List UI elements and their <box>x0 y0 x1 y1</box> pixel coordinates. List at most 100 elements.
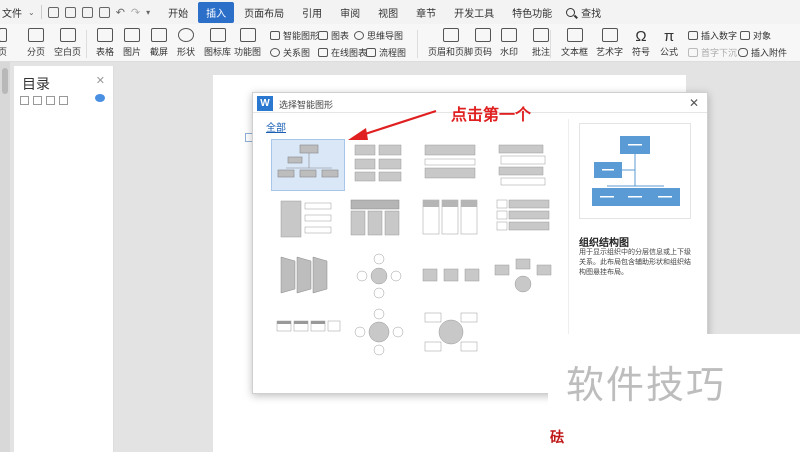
screenshot-button[interactable]: 截屏 <box>150 28 168 58</box>
preview-description: 用于显示组织中的分层信息或上下级关系。此布局包含辅助形状和组织结构图悬挂布局。 <box>579 249 691 276</box>
thumb-layout-14[interactable] <box>343 307 417 359</box>
drop-cap-button[interactable]: 首字下沉 <box>688 46 737 59</box>
export-pdf-icon[interactable] <box>64 6 76 18</box>
picture-icon <box>124 28 140 42</box>
thumb-layout-7[interactable] <box>415 195 489 247</box>
thumb-layout-11[interactable] <box>415 251 489 303</box>
thumb-layout-13[interactable] <box>271 307 345 359</box>
save-icon[interactable] <box>47 6 59 18</box>
smart-shape-button[interactable]: 智能图形 <box>270 29 319 42</box>
insert-number-button[interactable]: 插入数字 <box>688 29 737 42</box>
insert-attachment-button[interactable]: 插入附件 <box>738 46 787 59</box>
textbox-button[interactable]: 文本框 <box>561 28 588 58</box>
ribbon-divider <box>550 30 551 58</box>
expand-icon[interactable] <box>20 96 29 105</box>
tab-references[interactable]: 引用 <box>294 2 330 23</box>
undo-icon[interactable]: ↶ <box>116 6 125 19</box>
thumb-layout-10[interactable] <box>343 251 417 303</box>
textbox-label: 文本框 <box>561 47 589 57</box>
layout-thumb-graphic <box>422 199 478 235</box>
dialog-title: 选择智能图形 <box>279 100 334 110</box>
scroll-thumb[interactable] <box>2 68 8 94</box>
close-icon[interactable]: ✕ <box>689 96 699 110</box>
thumb-layout-4[interactable] <box>487 139 561 191</box>
tab-developer[interactable]: 开发工具 <box>446 2 502 23</box>
remove-icon[interactable] <box>59 96 68 105</box>
chart-button[interactable]: 图表 <box>318 29 349 42</box>
print-icon[interactable] <box>81 6 93 18</box>
page-number-label: 页码 <box>474 47 493 57</box>
customize-toolbar-icon[interactable]: ▾ <box>146 8 150 17</box>
flowchart-button[interactable]: 流程图 <box>366 46 406 59</box>
shape-button[interactable]: 形状 <box>177 28 195 58</box>
header-footer-button[interactable]: 页眉和页脚 <box>428 28 473 58</box>
nav-panel-title: 目录 <box>22 76 50 92</box>
wordart-icon <box>601 28 618 42</box>
tab-insert[interactable]: 插入 <box>198 1 235 23</box>
search-button[interactable]: 查找 <box>566 5 601 20</box>
page-number-button[interactable]: 页码 <box>474 28 492 58</box>
layout-thumb-graphic <box>496 199 550 231</box>
flowchart-icon <box>366 48 376 57</box>
eye-icon[interactable] <box>95 94 105 102</box>
function-chart-button[interactable]: 功能图 <box>234 28 261 58</box>
layout-thumb-graphic <box>354 144 402 182</box>
org-chart-thumb-graphic <box>277 144 339 178</box>
tab-chapter[interactable]: 章节 <box>408 2 444 23</box>
relation-chart-icon <box>270 48 280 57</box>
print-preview-icon[interactable] <box>98 6 110 18</box>
watermark-button[interactable]: 水印 <box>500 28 518 58</box>
tab-review[interactable]: 审阅 <box>332 2 368 23</box>
smart-shape-label: 智能图形 <box>283 31 320 41</box>
page-button[interactable]: 页 <box>0 28 7 58</box>
thumb-layout-5[interactable] <box>271 195 345 247</box>
redo-icon[interactable]: ↷ <box>131 6 140 19</box>
tab-view[interactable]: 视图 <box>370 2 406 23</box>
mindmap-button[interactable]: 思维导图 <box>354 29 403 42</box>
table-label: 表格 <box>96 47 115 57</box>
add-icon[interactable] <box>46 96 55 105</box>
header-footer-label: 页眉和页脚 <box>428 47 474 57</box>
online-chart-button[interactable]: 在线图表 <box>318 46 367 59</box>
thumb-layout-2[interactable] <box>343 139 417 191</box>
close-icon[interactable]: ✕ <box>96 74 105 87</box>
thumb-layout-8[interactable] <box>487 195 561 247</box>
menu-chevron-icon[interactable]: ⌄ <box>28 8 35 17</box>
wordart-button[interactable]: 艺术字 <box>596 28 623 58</box>
picture-button[interactable]: 图片 <box>123 28 141 58</box>
drop-cap-icon <box>688 48 698 57</box>
thumb-layout-12[interactable] <box>487 251 561 303</box>
symbol-button[interactable]: Ω 符号 <box>632 28 650 58</box>
search-label: 查找 <box>581 8 602 20</box>
tab-page-layout[interactable]: 页面布局 <box>236 2 292 23</box>
table-button[interactable]: 表格 <box>96 28 114 58</box>
icon-library-button[interactable]: 图标库 <box>204 28 231 58</box>
mindmap-icon <box>354 31 364 40</box>
comment-label: 批注 <box>532 47 551 57</box>
category-all-link[interactable]: 全部 <box>266 119 286 134</box>
page-number-icon <box>475 28 491 42</box>
collapse-icon[interactable] <box>33 96 42 105</box>
object-button[interactable]: 对象 <box>740 29 771 42</box>
page-label: 页 <box>0 47 8 57</box>
relation-chart-button[interactable]: 关系图 <box>270 46 310 59</box>
comment-button[interactable]: 批注 <box>532 28 550 58</box>
page-break-label: 分页 <box>27 47 46 57</box>
navigation-panel: 目录 ✕ <box>14 66 114 452</box>
thumb-layout-3[interactable] <box>415 139 489 191</box>
thumb-layout-6[interactable] <box>343 195 417 247</box>
ribbon-divider <box>417 30 418 58</box>
nav-controls <box>20 96 68 105</box>
preview-title: 组织结构图 <box>579 238 629 249</box>
file-menu[interactable]: 文件 <box>2 5 22 20</box>
formula-button[interactable]: π 公式 <box>660 28 678 58</box>
tab-special-features[interactable]: 特色功能 <box>504 2 560 23</box>
page-break-button[interactable]: 分页 <box>27 28 45 58</box>
thumb-org-chart[interactable] <box>271 139 345 191</box>
thumb-layout-15[interactable] <box>415 307 489 359</box>
blank-page-button[interactable]: 空白页 <box>54 28 81 58</box>
tab-home[interactable]: 开始 <box>160 2 196 23</box>
thumb-layout-9[interactable] <box>271 251 345 303</box>
insert-number-icon <box>688 31 698 40</box>
blank-page-label: 空白页 <box>54 47 82 57</box>
